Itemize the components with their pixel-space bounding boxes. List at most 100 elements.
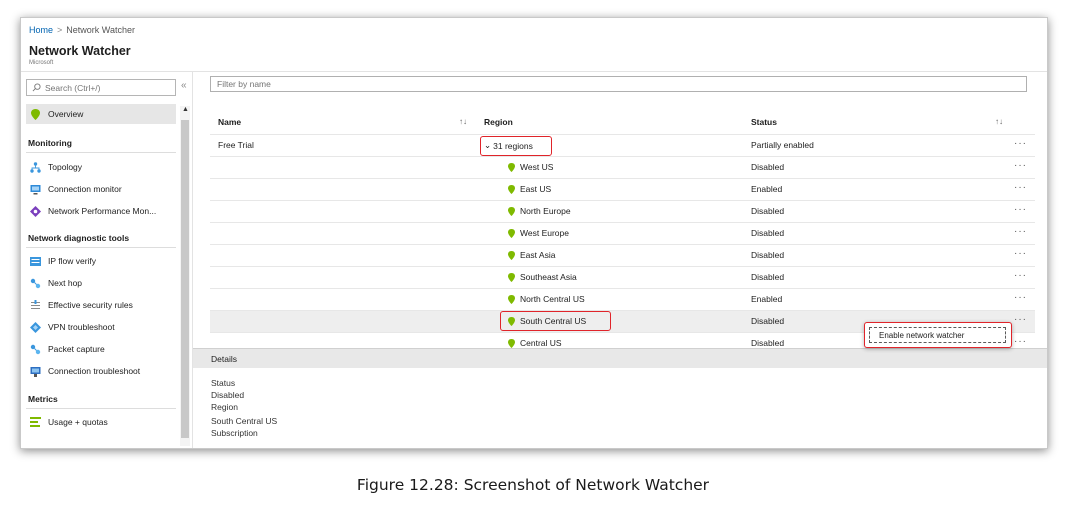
table-row[interactable]: North Europe Disabled ··· xyxy=(210,200,1035,222)
sidebar-item-label: Usage + quotas xyxy=(48,417,108,427)
region-pin-icon xyxy=(508,294,515,304)
sidebar-section-monitoring: Monitoring xyxy=(28,138,72,148)
sidebar-item-label: Next hop xyxy=(48,278,83,288)
detail-label-subscription: Subscription xyxy=(211,428,258,438)
collapse-sidebar-button[interactable]: « xyxy=(181,80,187,91)
table-row[interactable]: West Europe Disabled ··· xyxy=(210,222,1035,244)
more-options-icon[interactable]: ··· xyxy=(1014,204,1027,215)
header-divider xyxy=(21,71,1047,72)
region-name: North Europe xyxy=(520,206,571,216)
sidebar-item-packet-capture[interactable]: Packet capture xyxy=(26,339,176,359)
breadcrumb: Home > Network Watcher xyxy=(29,25,135,35)
regions-highlight xyxy=(480,136,552,156)
region-status: Disabled xyxy=(751,228,785,238)
detail-label-region: Region xyxy=(211,402,238,412)
region-name: Central US xyxy=(520,338,562,348)
more-options-icon[interactable]: ··· xyxy=(1014,160,1027,171)
sidebar-divider xyxy=(26,408,176,409)
details-panel: Details Status Disabled Region South Cen… xyxy=(193,348,1047,448)
enable-network-watcher-menu-item[interactable]: Enable network watcher xyxy=(869,327,1006,343)
next-hop-icon xyxy=(29,277,41,289)
sidebar-section-metrics: Metrics xyxy=(28,394,58,404)
more-options-icon[interactable]: ··· xyxy=(1014,182,1027,193)
more-options-icon[interactable]: ··· xyxy=(1014,292,1027,303)
connection-monitor-icon xyxy=(29,183,41,195)
region-name: North Central US xyxy=(520,294,585,304)
sidebar-search[interactable] xyxy=(26,79,176,96)
sidebar-item-connection-troubleshoot[interactable]: Connection troubleshoot xyxy=(26,361,176,381)
sidebar-search-input[interactable] xyxy=(45,82,165,93)
sidebar-item-label: Connection troubleshoot xyxy=(48,366,141,376)
region-pin-icon xyxy=(508,206,515,216)
filter-input[interactable] xyxy=(217,79,917,89)
sidebar-item-label: Connection monitor xyxy=(48,184,122,194)
region-pin-icon xyxy=(508,272,515,282)
usage-quotas-icon xyxy=(29,416,41,428)
table-row[interactable]: West US Disabled ··· xyxy=(210,156,1035,178)
more-options-icon[interactable]: ··· xyxy=(1014,336,1027,347)
vpn-icon xyxy=(29,321,41,333)
region-pin-icon xyxy=(508,338,515,348)
more-options-icon[interactable]: ··· xyxy=(1014,270,1027,281)
sidebar-item-label: Overview xyxy=(48,109,84,119)
region-name: Southeast Asia xyxy=(520,272,577,282)
sidebar-item-label: Topology xyxy=(48,162,83,172)
page-title: Network Watcher xyxy=(29,44,131,58)
column-header-region[interactable]: Region xyxy=(484,117,513,127)
region-status: Disabled xyxy=(751,316,785,326)
sidebar-item-network-performance[interactable]: Network Performance Mon... xyxy=(26,201,176,221)
region-pin-icon xyxy=(508,228,515,238)
breadcrumb-home-link[interactable]: Home xyxy=(29,25,53,35)
more-options-icon[interactable]: ··· xyxy=(1014,226,1027,237)
network-watcher-window: Home > Network Watcher Network Watcher Mic… xyxy=(20,17,1048,449)
sidebar-item-next-hop[interactable]: Next hop xyxy=(26,273,176,293)
region-status: Disabled xyxy=(751,338,785,348)
figure-caption: Figure 12.28: Screenshot of Network Watc… xyxy=(356,476,710,494)
table-row[interactable]: North Central US Enabled ··· xyxy=(210,288,1035,310)
sidebar-item-topology[interactable]: Topology xyxy=(26,157,176,177)
sidebar-item-label: Packet capture xyxy=(48,344,105,354)
more-options-icon[interactable]: ··· xyxy=(1014,248,1027,259)
region-name: East US xyxy=(520,184,552,194)
page-subtitle: Microsoft xyxy=(29,60,54,66)
sort-status-icon[interactable]: ↑↓ xyxy=(995,117,1003,126)
sidebar-scrollbar[interactable]: ▲ xyxy=(180,106,190,446)
overview-icon xyxy=(29,108,41,120)
more-options-icon[interactable]: ··· xyxy=(1014,314,1027,325)
packet-capture-icon xyxy=(29,343,41,355)
region-pin-icon xyxy=(508,250,515,260)
topology-icon xyxy=(29,161,41,173)
detail-value-status: Disabled xyxy=(211,390,245,400)
filter-by-name[interactable] xyxy=(210,76,1027,92)
table-row[interactable]: East US Enabled ··· xyxy=(210,178,1035,200)
region-pin-icon xyxy=(508,184,515,194)
table-row-subscription[interactable]: Free Trial ⌄ 31 regions Partially enabled… xyxy=(210,134,1035,156)
sort-name-icon[interactable]: ↑↓ xyxy=(459,117,467,126)
sidebar-divider xyxy=(26,152,176,153)
sidebar-scroll-thumb[interactable] xyxy=(181,120,189,438)
scroll-up-arrow-icon[interactable]: ▲ xyxy=(182,106,189,113)
detail-value-region: South Central US xyxy=(211,416,278,426)
performance-monitor-icon xyxy=(29,205,41,217)
column-header-status[interactable]: Status xyxy=(751,117,777,127)
detail-label-status: Status xyxy=(211,378,236,388)
sidebar-item-label: IP flow verify xyxy=(48,256,97,266)
selected-region-highlight xyxy=(500,311,611,331)
region-pin-icon xyxy=(508,162,515,172)
column-header-name[interactable]: Name xyxy=(218,117,241,127)
search-icon xyxy=(32,83,41,92)
sidebar-item-effective-security-rules[interactable]: Effective security rules xyxy=(26,295,176,315)
sidebar-item-ip-flow-verify[interactable]: IP flow verify xyxy=(26,251,176,271)
region-status: Disabled xyxy=(751,272,785,282)
table-row[interactable]: East Asia Disabled ··· xyxy=(210,244,1035,266)
region-name: West Europe xyxy=(520,228,569,238)
table-row[interactable]: Southeast Asia Disabled ··· xyxy=(210,266,1035,288)
sidebar-item-usage-quotas[interactable]: Usage + quotas xyxy=(26,412,176,432)
sidebar-item-connection-monitor[interactable]: Connection monitor xyxy=(26,179,176,199)
more-options-icon[interactable]: ··· xyxy=(1014,138,1027,149)
region-status: Disabled xyxy=(751,206,785,216)
region-name: West US xyxy=(520,162,554,172)
security-rules-icon xyxy=(29,299,41,311)
sidebar-item-overview[interactable]: Overview xyxy=(26,104,176,124)
sidebar-item-vpn-troubleshoot[interactable]: VPN troubleshoot xyxy=(26,317,176,337)
